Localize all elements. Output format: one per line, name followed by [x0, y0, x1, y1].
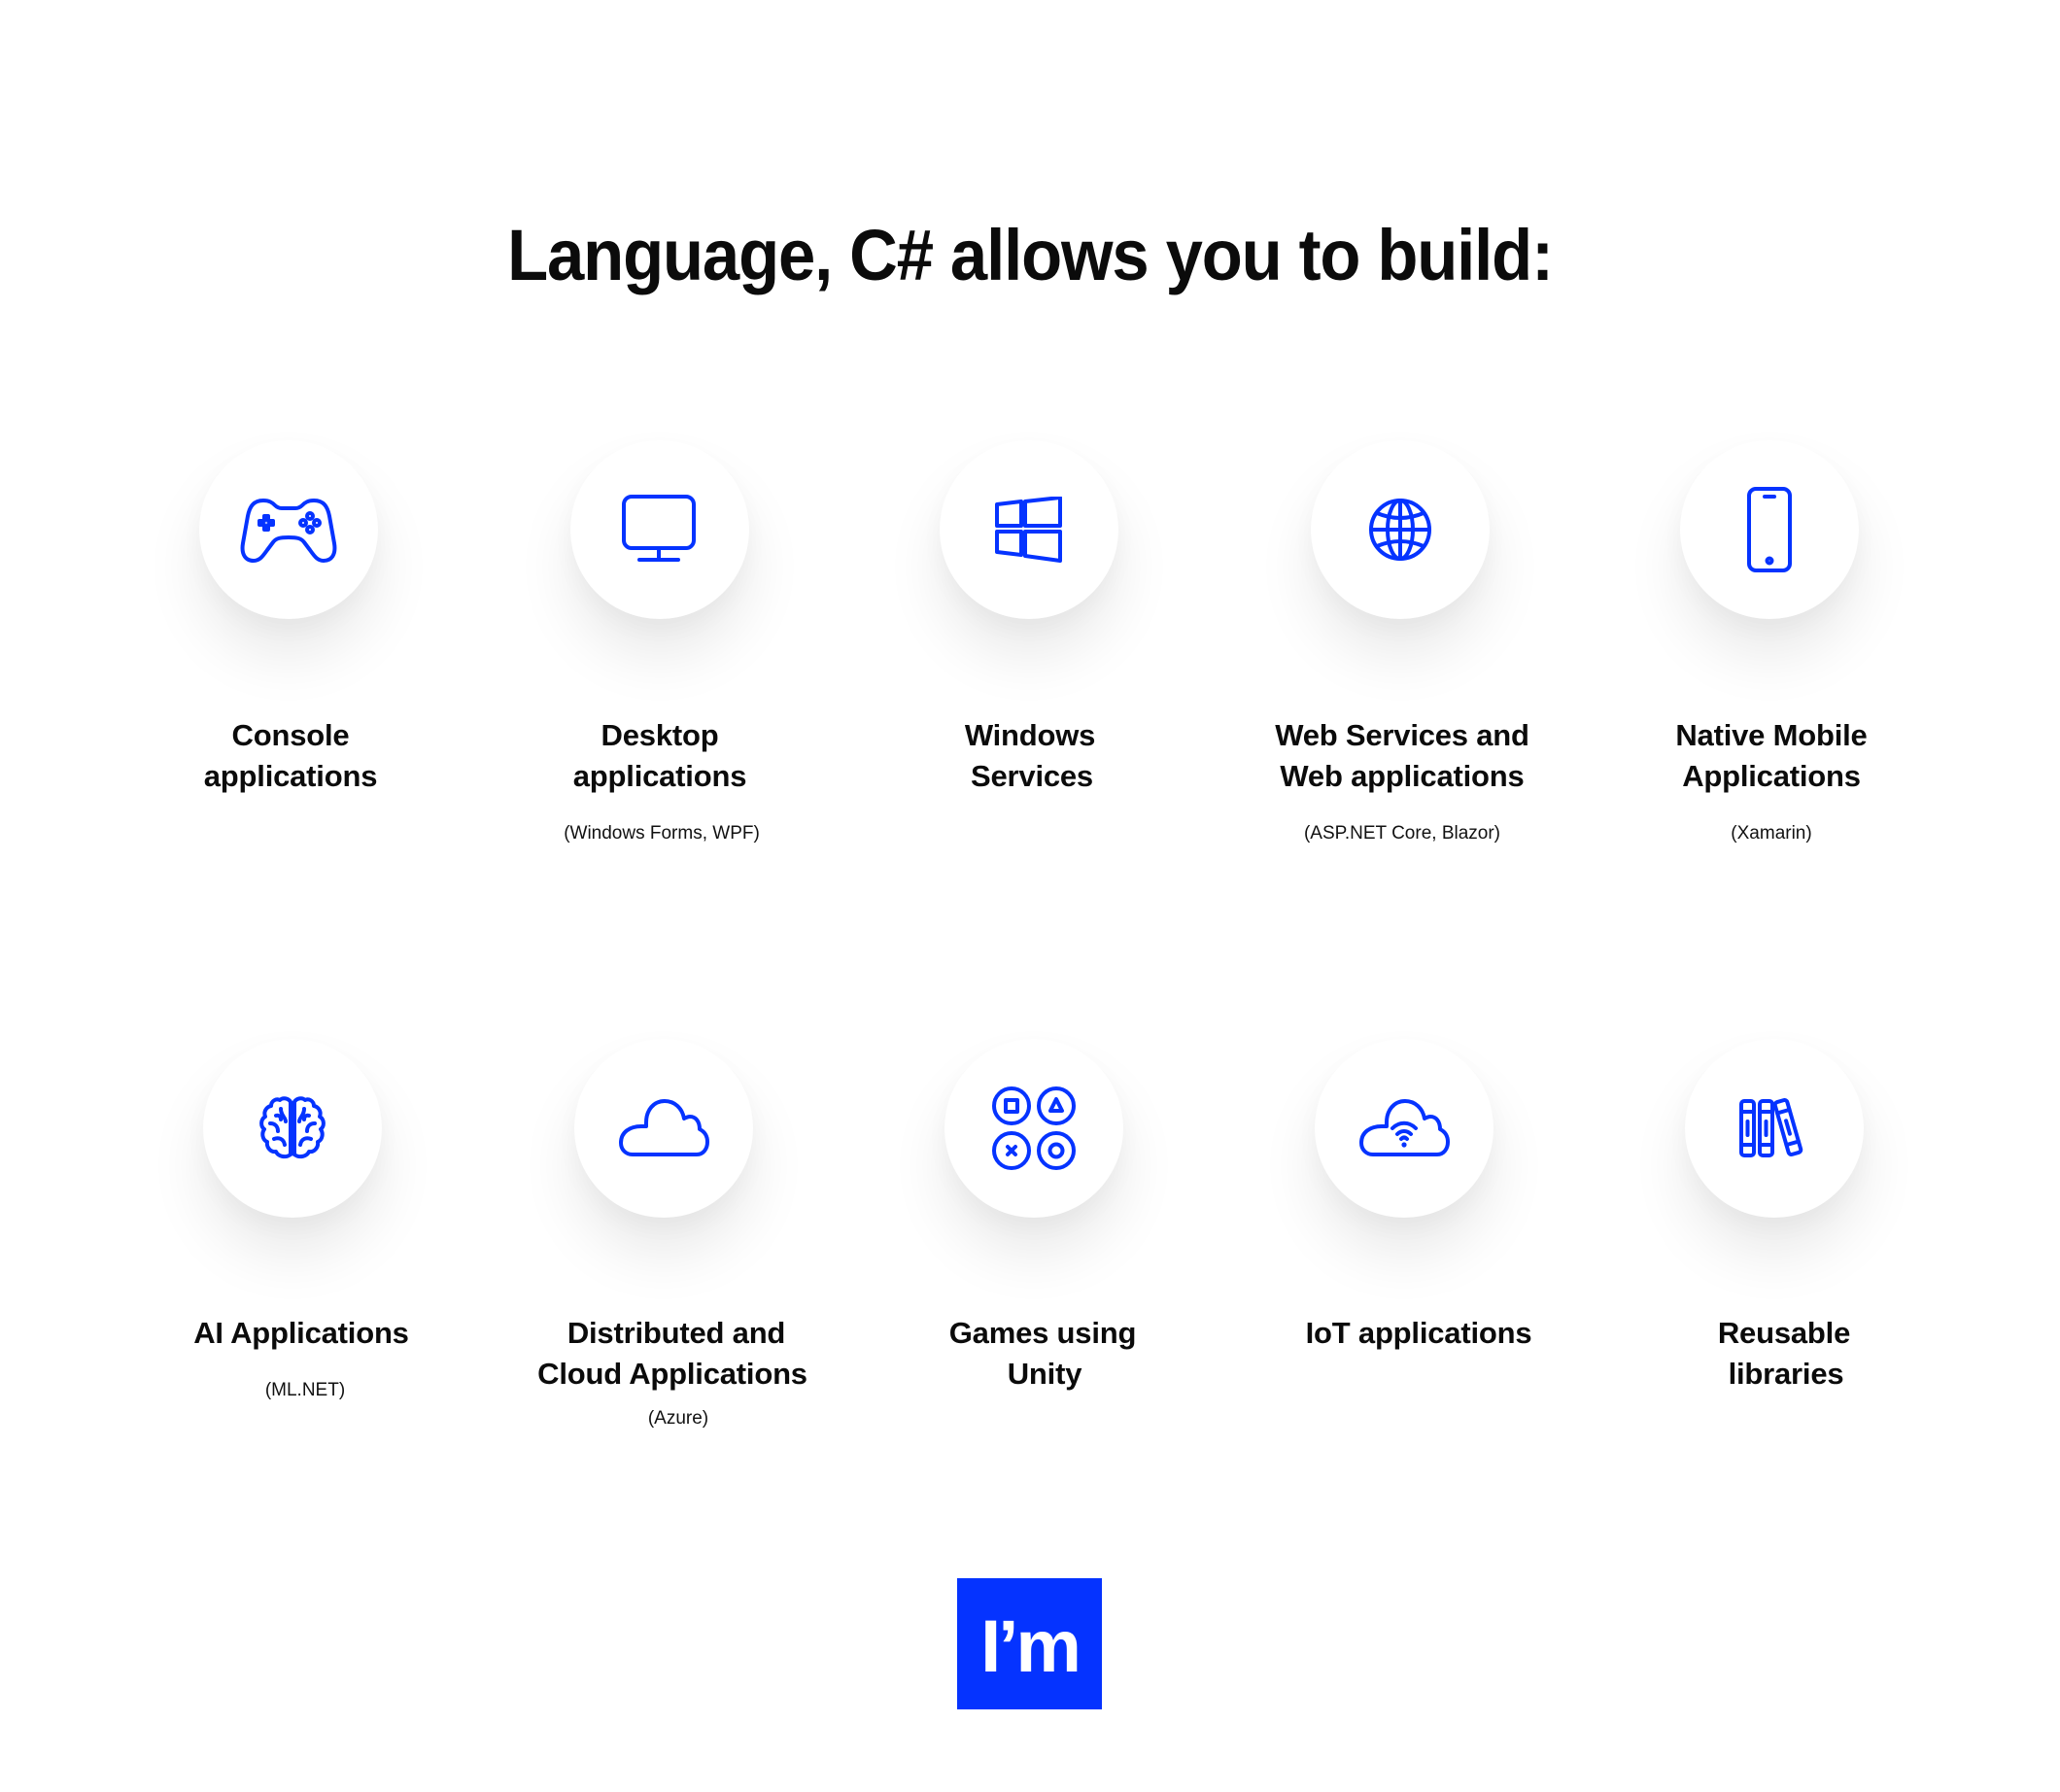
icon-circle-ai: [203, 1039, 382, 1218]
windows-logo-icon: [995, 497, 1062, 563]
label-line: Native Mobile: [1675, 718, 1868, 752]
item-label-mobile: Native Mobile Applications: [1567, 715, 1975, 797]
icon-circle-games: [944, 1039, 1123, 1218]
item-label-cloud: Distributed and Cloud Applications: [472, 1313, 880, 1395]
item-label-windows-services: Windows Services: [826, 715, 1234, 797]
label-line: libraries: [1728, 1357, 1844, 1391]
brain-icon: [259, 1096, 326, 1159]
item-label-games: Games using Unity: [839, 1313, 1247, 1395]
label-line: Web Services and: [1275, 718, 1529, 752]
label-line: Web applications: [1280, 759, 1525, 793]
item-label-libraries: Reusable libraries: [1580, 1313, 1988, 1395]
icon-circle-libraries: [1685, 1039, 1864, 1218]
label-line: Games using: [948, 1316, 1137, 1350]
item-sublabel-cloud: (Azure): [647, 1408, 709, 1429]
label-line: Cloud Applications: [537, 1357, 807, 1391]
icon-circle-cloud: [574, 1039, 753, 1218]
label-line: Applications: [1682, 759, 1861, 793]
label-line: Unity: [1007, 1357, 1082, 1391]
label-line: IoT applications: [1305, 1316, 1532, 1350]
icon-circle-windows-services: [940, 440, 1118, 619]
icon-circle-desktop: [570, 440, 749, 619]
item-label-console: Console applications: [86, 715, 495, 797]
label-line: Services: [971, 759, 1093, 793]
label-line: Console: [231, 718, 350, 752]
game-buttons-icon: [992, 1086, 1076, 1170]
icon-circle-mobile: [1680, 440, 1859, 619]
cloud-icon: [619, 1099, 709, 1156]
label-line: Distributed and: [566, 1316, 786, 1350]
label-line: AI Applications: [193, 1316, 409, 1350]
label-line: Windows: [964, 718, 1096, 752]
item-sublabel-ai: (ML.NET): [264, 1380, 346, 1400]
label-line: Reusable: [1717, 1316, 1851, 1350]
item-sublabel-mobile: (Xamarin): [1731, 823, 1812, 844]
item-label-desktop: Desktop applications: [456, 715, 864, 797]
item-label-iot: IoT applications: [1215, 1313, 1623, 1354]
label-line: Desktop: [601, 718, 719, 752]
icon-circle-console: [199, 440, 378, 619]
gamepad-icon: [240, 499, 337, 563]
smartphone-icon: [1747, 487, 1792, 572]
brand-logo-text: I’m: [980, 1605, 1082, 1688]
label-line: applications: [572, 759, 747, 793]
globe-icon: [1369, 499, 1431, 561]
books-icon: [1739, 1098, 1803, 1157]
item-label-web: Web Services and Web applications: [1198, 715, 1606, 797]
item-sublabel-web: (ASP.NET Core, Blazor): [1303, 823, 1501, 844]
label-line: applications: [203, 759, 378, 793]
icon-circle-iot: [1315, 1039, 1494, 1218]
page-title: Language, C# allows you to build:: [507, 215, 1554, 295]
cloud-wifi-icon: [1359, 1099, 1450, 1156]
item-label-ai: AI Applications: [97, 1313, 505, 1354]
icon-circle-web: [1311, 440, 1490, 619]
monitor-icon: [622, 495, 696, 562]
item-sublabel-desktop: (Windows Forms, WPF): [564, 823, 760, 844]
brand-logo: I’m: [957, 1578, 1102, 1709]
